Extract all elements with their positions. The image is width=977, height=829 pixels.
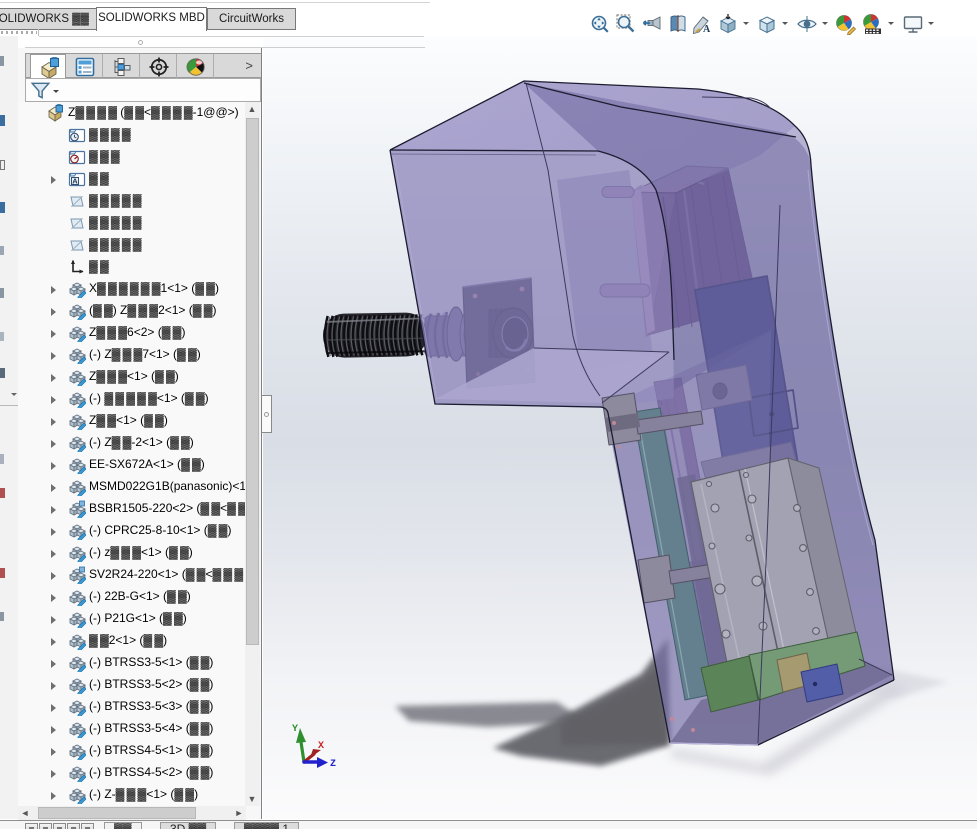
- svg-text:X: X: [318, 741, 324, 752]
- svg-text:Z: Z: [330, 759, 336, 770]
- svg-text:Y: Y: [292, 724, 298, 735]
